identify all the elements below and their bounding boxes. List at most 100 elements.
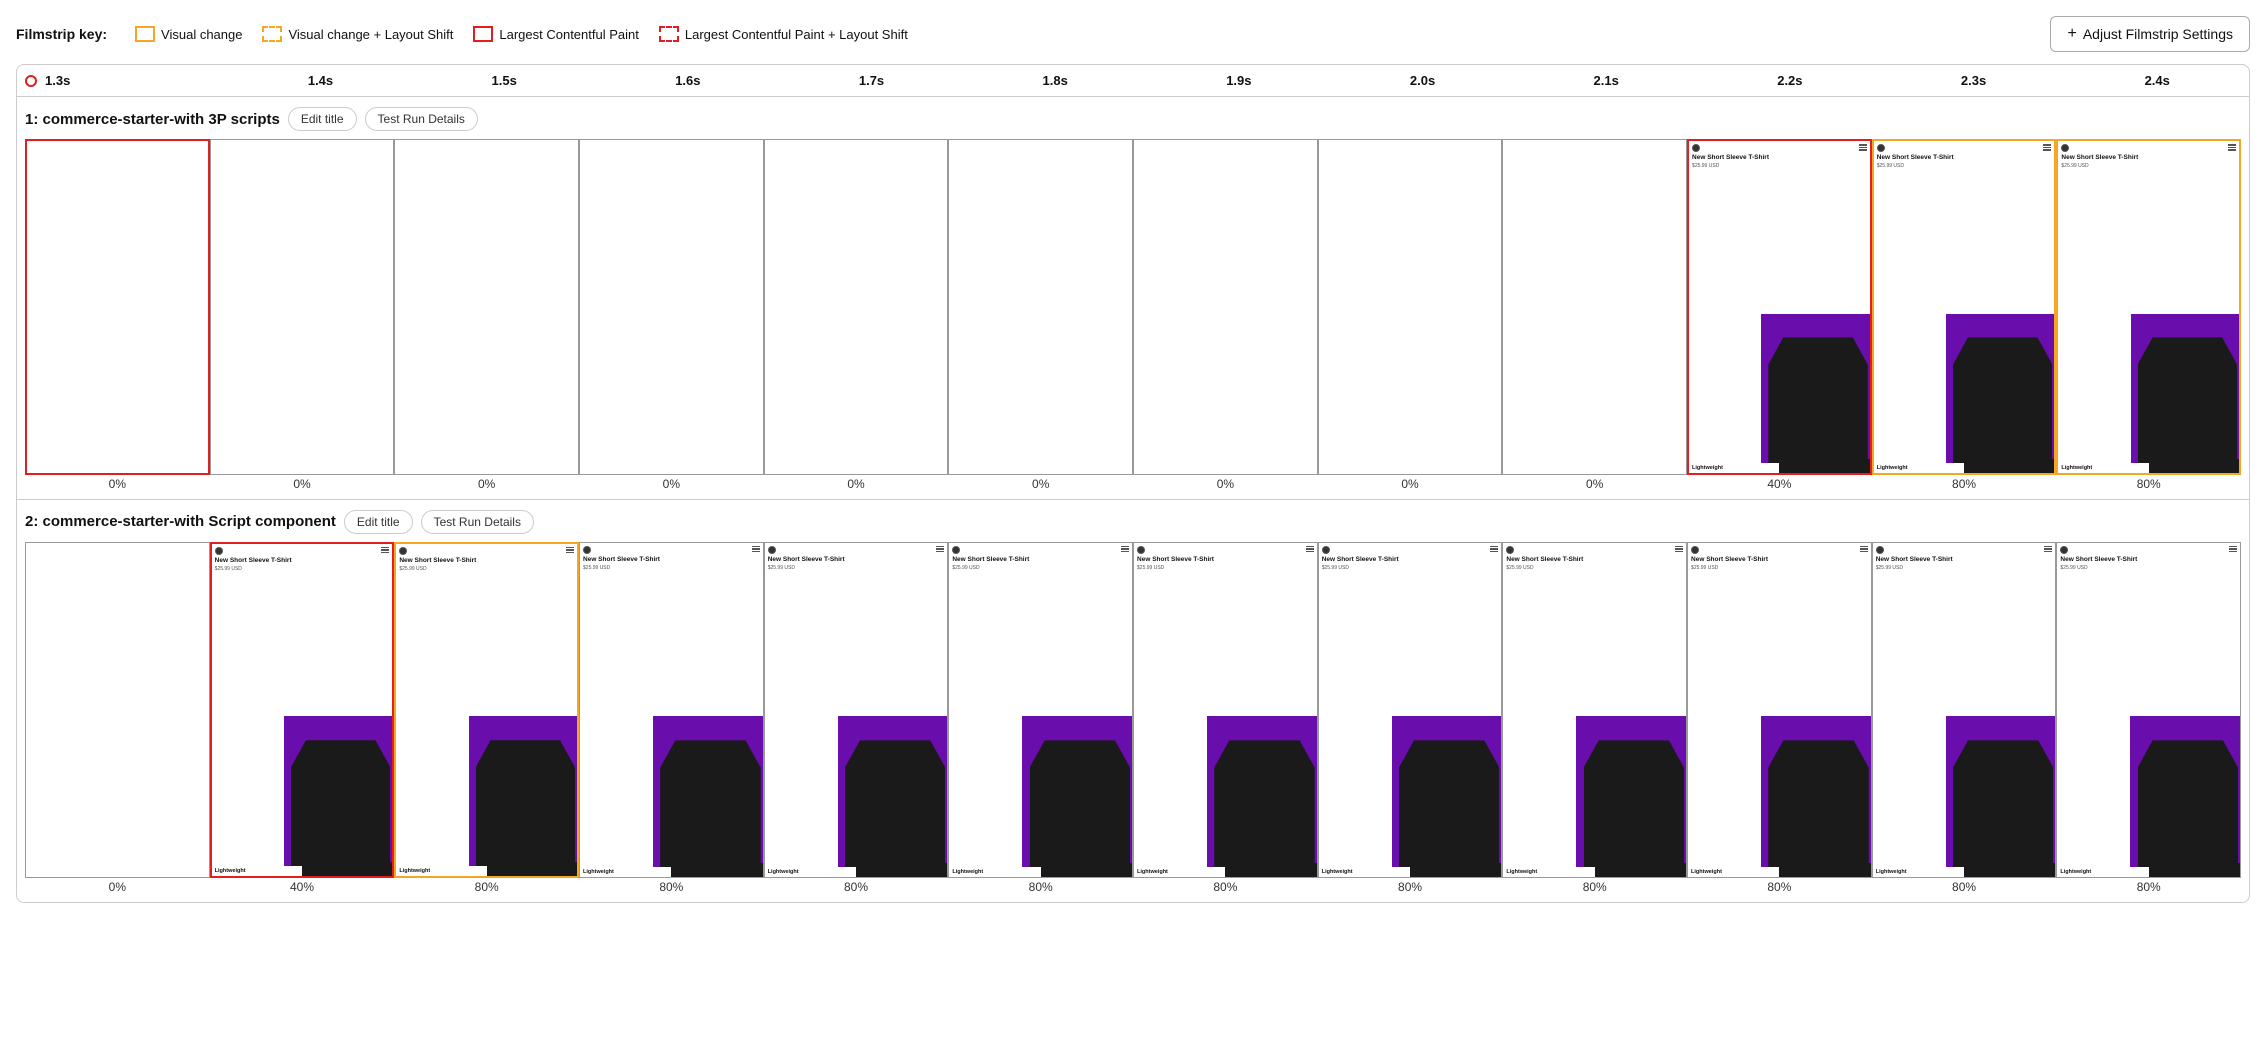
pct-cell-1-8: 0% — [1502, 477, 1687, 495]
timeline-header: 1.3s1.4s1.5s1.6s1.7s1.8s1.9s2.0s2.1s2.2s… — [17, 65, 2249, 97]
pct-cell-2-5: 80% — [948, 880, 1133, 898]
thumb-frame-1-0[interactable] — [25, 139, 210, 475]
timeline-tick-2.3s: 2.3s — [1882, 73, 2066, 88]
thumb-cell-1-6 — [1133, 139, 1318, 475]
adjust-button-label: Adjust Filmstrip Settings — [2083, 26, 2233, 42]
lcp-ls-label: Largest Contentful Paint + Layout Shift — [685, 27, 908, 42]
lcp-icon — [473, 26, 493, 42]
filmstrip-section-1: 1: commerce-starter-with 3P scripts Edit … — [17, 97, 2249, 500]
pct-cell-2-8: 80% — [1502, 880, 1687, 898]
thumb-frame-2-5[interactable]: New Short Sleeve T-Shirt$25.99 USDLightw… — [948, 542, 1133, 878]
legend-item-lcp: Largest Contentful Paint — [473, 26, 638, 42]
section-title-1: 1: commerce-starter-with 3P scripts — [25, 111, 280, 128]
pct-cell-1-10: 80% — [1872, 477, 2057, 495]
thumb-frame-1-7[interactable] — [1318, 139, 1503, 475]
edit-title-button-2[interactable]: Edit title — [344, 510, 413, 534]
plus-icon: + — [2067, 25, 2076, 43]
pct-cell-1-7: 0% — [1318, 477, 1503, 495]
pct-cell-1-9: 40% — [1687, 477, 1872, 495]
thumb-cell-2-1: New Short Sleeve T-Shirt$25.99 USDLightw… — [210, 542, 395, 878]
filmstrip-section-2: 2: commerce-starter-with Script componen… — [17, 500, 2249, 902]
pct-cell-1-0: 0% — [25, 477, 210, 495]
visual-change-ls-icon — [262, 26, 282, 42]
thumb-frame-1-11[interactable]: New Short Sleeve T-Shirt$25.99 USDLightw… — [2056, 139, 2241, 475]
thumb-cell-2-9: New Short Sleeve T-Shirt$25.99 USDLightw… — [1687, 542, 1872, 878]
timeline-dot — [25, 75, 37, 87]
thumb-frame-2-9[interactable]: New Short Sleeve T-Shirt$25.99 USDLightw… — [1687, 542, 1872, 878]
test-run-button-1[interactable]: Test Run Details — [365, 107, 478, 131]
thumb-cell-1-9: New Short Sleeve T-Shirt$25.99 USDLightw… — [1687, 139, 1872, 475]
thumb-cell-1-0 — [25, 139, 210, 475]
thumb-cell-1-4 — [764, 139, 949, 475]
pct-cell-2-1: 40% — [210, 880, 395, 898]
pct-cell-2-7: 80% — [1318, 880, 1503, 898]
legend-items: Filmstrip key: Visual change Visual chan… — [16, 26, 908, 42]
timeline-tick-1.3s: 1.3s — [41, 73, 229, 88]
thumb-cell-2-2: New Short Sleeve T-Shirt$25.99 USDLightw… — [394, 542, 579, 878]
thumb-frame-2-7[interactable]: New Short Sleeve T-Shirt$25.99 USDLightw… — [1318, 542, 1503, 878]
thumb-frame-1-10[interactable]: New Short Sleeve T-Shirt$25.99 USDLightw… — [1872, 139, 2057, 475]
thumb-frame-1-6[interactable] — [1133, 139, 1318, 475]
thumb-cell-1-5 — [948, 139, 1133, 475]
thumb-frame-1-5[interactable] — [948, 139, 1133, 475]
thumb-cell-1-11: New Short Sleeve T-Shirt$25.99 USDLightw… — [2056, 139, 2241, 475]
pct-cell-1-1: 0% — [210, 477, 395, 495]
timeline-tick-2.0s: 2.0s — [1331, 73, 1515, 88]
section-title-2: 2: commerce-starter-with Script componen… — [25, 513, 336, 530]
thumb-cell-2-7: New Short Sleeve T-Shirt$25.99 USDLightw… — [1318, 542, 1503, 878]
thumb-frame-2-3[interactable]: New Short Sleeve T-Shirt$25.99 USDLightw… — [579, 542, 764, 878]
pct-cell-1-3: 0% — [579, 477, 764, 495]
thumb-frame-1-8[interactable] — [1502, 139, 1687, 475]
thumb-frame-2-2[interactable]: New Short Sleeve T-Shirt$25.99 USDLightw… — [394, 542, 579, 878]
visual-change-ls-label: Visual change + Layout Shift — [288, 27, 453, 42]
thumb-frame-1-2[interactable] — [394, 139, 579, 475]
thumb-frame-1-4[interactable] — [764, 139, 949, 475]
thumb-cell-2-4: New Short Sleeve T-Shirt$25.99 USDLightw… — [764, 542, 949, 878]
thumb-cell-2-5: New Short Sleeve T-Shirt$25.99 USDLightw… — [948, 542, 1133, 878]
thumb-cell-1-2 — [394, 139, 579, 475]
pct-cell-2-4: 80% — [764, 880, 949, 898]
pct-cell-2-2: 80% — [394, 880, 579, 898]
thumb-cell-1-3 — [579, 139, 764, 475]
thumb-cell-2-6: New Short Sleeve T-Shirt$25.99 USDLightw… — [1133, 542, 1318, 878]
timeline-tick-1.8s: 1.8s — [963, 73, 1147, 88]
thumb-frame-2-10[interactable]: New Short Sleeve T-Shirt$25.99 USDLightw… — [1872, 542, 2057, 878]
section-header-1: 1: commerce-starter-with 3P scripts Edit … — [25, 107, 2241, 131]
thumb-frame-2-6[interactable]: New Short Sleeve T-Shirt$25.99 USDLightw… — [1133, 542, 1318, 878]
pct-cell-2-10: 80% — [1872, 880, 2057, 898]
legend-bar: Filmstrip key: Visual change Visual chan… — [16, 16, 2250, 52]
thumb-frame-2-0[interactable] — [25, 542, 210, 878]
timeline-tick-1.5s: 1.5s — [412, 73, 596, 88]
thumb-frame-2-1[interactable]: New Short Sleeve T-Shirt$25.99 USDLightw… — [210, 542, 395, 878]
thumb-cell-2-8: New Short Sleeve T-Shirt$25.99 USDLightw… — [1502, 542, 1687, 878]
pct-row-2: 0%40%80%80%80%80%80%80%80%80%80%80% — [25, 880, 2241, 898]
thumbnails-row-2: New Short Sleeve T-Shirt$25.99 USDLightw… — [25, 542, 2241, 878]
pct-cell-1-5: 0% — [948, 477, 1133, 495]
thumb-frame-2-4[interactable]: New Short Sleeve T-Shirt$25.99 USDLightw… — [764, 542, 949, 878]
visual-change-label: Visual change — [161, 27, 242, 42]
pct-cell-2-0: 0% — [25, 880, 210, 898]
timeline-tick-1.4s: 1.4s — [229, 73, 413, 88]
thumb-frame-1-1[interactable] — [210, 139, 395, 475]
pct-row-1: 0%0%0%0%0%0%0%0%0%40%80%80% — [25, 477, 2241, 495]
timeline-tick-2.4s: 2.4s — [2065, 73, 2249, 88]
sections-container: 1: commerce-starter-with 3P scripts Edit … — [17, 97, 2249, 902]
pct-cell-1-6: 0% — [1133, 477, 1318, 495]
legend-item-visual-change: Visual change — [135, 26, 242, 42]
section-header-2: 2: commerce-starter-with Script componen… — [25, 510, 2241, 534]
thumb-frame-1-9[interactable]: New Short Sleeve T-Shirt$25.99 USDLightw… — [1687, 139, 1872, 475]
edit-title-button-1[interactable]: Edit title — [288, 107, 357, 131]
pct-cell-2-9: 80% — [1687, 880, 1872, 898]
visual-change-icon — [135, 26, 155, 42]
thumb-frame-2-8[interactable]: New Short Sleeve T-Shirt$25.99 USDLightw… — [1502, 542, 1687, 878]
thumb-cell-2-10: New Short Sleeve T-Shirt$25.99 USDLightw… — [1872, 542, 2057, 878]
adjust-filmstrip-button[interactable]: + Adjust Filmstrip Settings — [2050, 16, 2250, 52]
pct-cell-2-3: 80% — [579, 880, 764, 898]
legend-item-lcp-ls: Largest Contentful Paint + Layout Shift — [659, 26, 908, 42]
test-run-button-2[interactable]: Test Run Details — [421, 510, 534, 534]
thumb-frame-1-3[interactable] — [579, 139, 764, 475]
timeline-ticks: 1.3s1.4s1.5s1.6s1.7s1.8s1.9s2.0s2.1s2.2s… — [41, 73, 2249, 88]
thumb-frame-2-11[interactable]: New Short Sleeve T-Shirt$25.99 USDLightw… — [2056, 542, 2241, 878]
timeline-tick-1.6s: 1.6s — [596, 73, 780, 88]
timeline-tick-1.7s: 1.7s — [780, 73, 964, 88]
